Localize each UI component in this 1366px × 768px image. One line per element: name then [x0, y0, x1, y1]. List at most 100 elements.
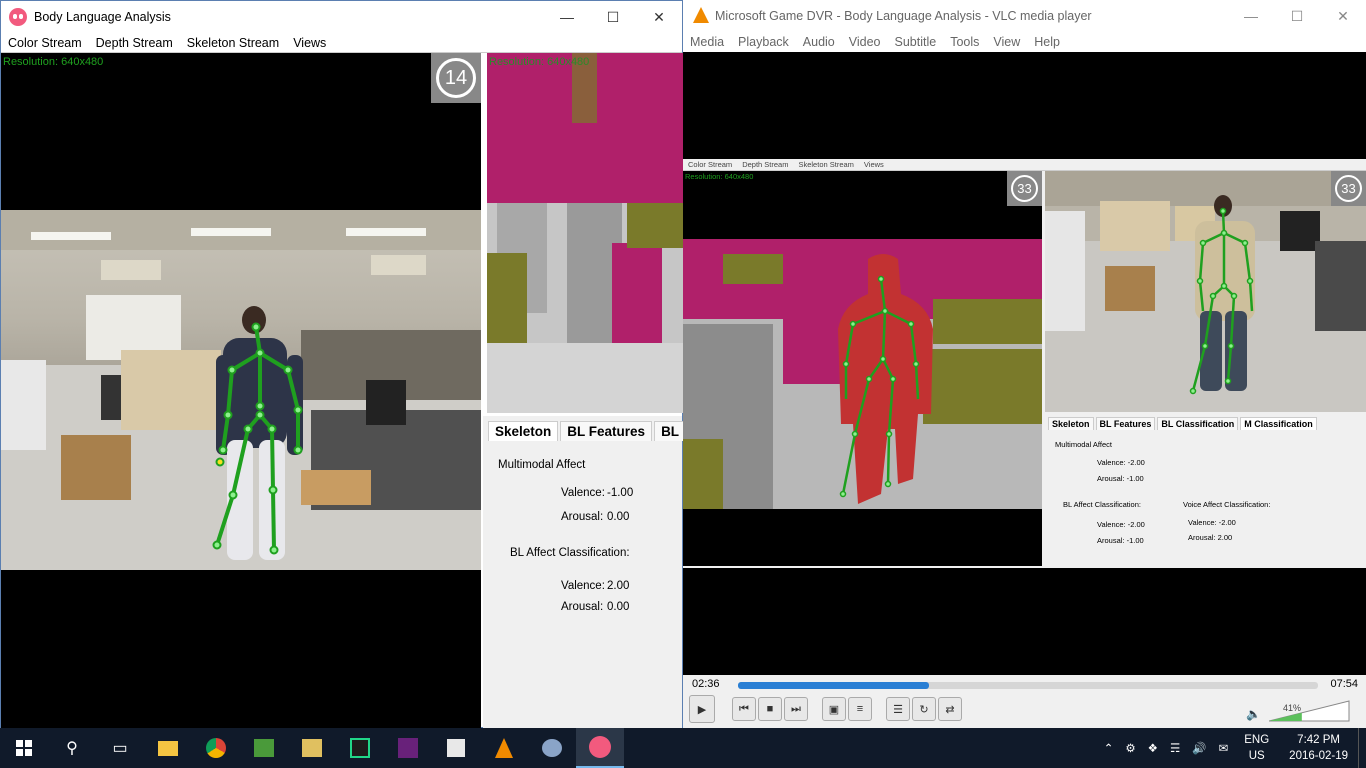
mm-valence-label: Valence: — [561, 487, 605, 499]
multimodal-heading: Multimodal Affect — [498, 459, 586, 471]
show-desktop-button[interactable] — [1358, 728, 1366, 768]
fullscreen-button[interactable]: ▣ — [822, 697, 846, 721]
vlc-menu-audio[interactable]: Audio — [796, 35, 842, 49]
tab-skeleton[interactable]: Skeleton — [488, 421, 559, 441]
inner-mm-valence: Valence: -2.00 — [1097, 458, 1145, 467]
inner-voice-valence: Valence: -2.00 — [1188, 518, 1236, 527]
window-title: Body Language Analysis — [34, 10, 171, 24]
close-button[interactable]: ✕ — [636, 1, 682, 33]
inner-tab-m-classification: M Classification — [1240, 417, 1317, 430]
notepad-icon[interactable] — [432, 728, 480, 768]
vlc-menu-help[interactable]: Help — [1027, 35, 1067, 49]
previous-button[interactable]: ⏮ — [732, 697, 756, 721]
volume-percent: 41% — [1282, 703, 1301, 713]
app-icon — [9, 8, 27, 26]
language-indicator[interactable]: ENG US — [1234, 732, 1279, 764]
language-code: ENG — [1244, 734, 1270, 746]
menu-color-stream[interactable]: Color Stream — [1, 36, 89, 50]
region-code: US — [1248, 750, 1265, 762]
dropbox-icon[interactable]: ❖ — [1142, 741, 1164, 755]
color-stream-pane: Resolution: 640x480 14 — [1, 53, 481, 728]
inner-counter-right: 33 — [1331, 171, 1366, 206]
volume-slider[interactable] — [1269, 699, 1351, 723]
settings-gear-icon[interactable]: ⚙ — [1119, 741, 1141, 755]
visual-studio-icon[interactable] — [384, 728, 432, 768]
paint-icon[interactable] — [528, 728, 576, 768]
speaker-icon[interactable]: 🔈 — [1246, 707, 1261, 721]
inner-counter-left: 33 — [1007, 171, 1042, 206]
loop-button[interactable]: ↻ — [912, 697, 936, 721]
shuffle-button[interactable]: ⇄ — [938, 697, 962, 721]
menu-bar: Color Stream Depth Stream Skeleton Strea… — [1, 33, 682, 53]
menu-views[interactable]: Views — [286, 36, 333, 50]
mm-arousal-label: Arousal: — [561, 511, 604, 523]
csharp-project-icon[interactable] — [240, 728, 288, 768]
mm-arousal-value: 0.00 — [607, 511, 630, 523]
taskbar: ⚲ ▭ ⌃ ⚙ ❖ ☴ 🔊 ✉ ENG US 7:42 PM 2016-02-1… — [0, 728, 1366, 768]
system-tray: ⌃ ⚙ ❖ ☴ 🔊 ✉ ENG US 7:42 PM 2016-02-19 — [1098, 728, 1366, 768]
volume-icon[interactable]: 🔊 — [1186, 741, 1212, 755]
seek-bar-progress — [738, 682, 930, 689]
clock-date: 2016-02-19 — [1289, 750, 1348, 762]
inner-menu-views: Views — [863, 160, 884, 169]
bl-affect-heading: BL Affect Classification: — [510, 547, 630, 559]
playlist-button[interactable]: ☰ — [886, 697, 910, 721]
depth-image-drawing — [487, 53, 683, 413]
mm-valence-value: -1.00 — [607, 487, 634, 499]
stop-button[interactable]: ■ — [758, 697, 782, 721]
chrome-icon[interactable] — [192, 728, 240, 768]
inner-menu-skeleton-stream: Skeleton Stream — [798, 160, 854, 169]
inner-color-pane: 33 — [1045, 171, 1366, 412]
vlc-menu-subtitle[interactable]: Subtitle — [888, 35, 944, 49]
body-language-app-icon[interactable] — [576, 728, 624, 768]
seek-bar[interactable] — [738, 682, 1318, 689]
vlc-taskbar-icon[interactable] — [480, 728, 528, 768]
vlc-menu-playback[interactable]: Playback — [731, 35, 796, 49]
inner-counter-right-value: 33 — [1335, 175, 1362, 202]
minimize-button[interactable]: — — [544, 1, 590, 33]
vlc-menu-tools[interactable]: Tools — [943, 35, 986, 49]
start-button[interactable] — [0, 728, 48, 768]
message-icon[interactable]: ✉ — [1213, 741, 1235, 755]
task-view-icon[interactable]: ▭ — [96, 728, 144, 768]
next-button[interactable]: ⏭ — [784, 697, 808, 721]
clock[interactable]: 7:42 PM 2016-02-19 — [1279, 732, 1358, 764]
vlc-menu-video[interactable]: Video — [842, 35, 888, 49]
file-explorer-icon[interactable] — [144, 728, 192, 768]
menu-skeleton-stream[interactable]: Skeleton Stream — [180, 36, 286, 50]
clock-time: 7:42 PM — [1297, 734, 1340, 746]
vlc-maximize-button[interactable]: ☐ — [1274, 0, 1320, 32]
bl-valence-label: Valence: — [561, 580, 605, 592]
menu-depth-stream[interactable]: Depth Stream — [89, 36, 180, 50]
extended-settings-button[interactable]: ≡ — [848, 697, 872, 721]
vlc-video-area[interactable]: Color Stream Depth Stream Skeleton Strea… — [683, 52, 1366, 675]
inner-menu-bar: Color Stream Depth Stream Skeleton Strea… — [683, 159, 1366, 171]
wifi-icon[interactable]: ☴ — [1164, 741, 1186, 755]
windows-logo-icon — [16, 740, 32, 756]
analysis-tabs: Skeleton BL Features BL C — [483, 416, 700, 441]
cpp-project-icon[interactable] — [288, 728, 336, 768]
inner-tab-bl-classification: BL Classification — [1157, 417, 1239, 430]
frame-counter-value: 14 — [436, 58, 476, 98]
tab-bl-features[interactable]: BL Features — [560, 421, 653, 441]
vlc-menu-media[interactable]: Media — [683, 35, 731, 49]
info-panel: Skeleton BL Features BL C Multimodal Aff… — [483, 416, 700, 728]
chevron-up-icon[interactable]: ⌃ — [1098, 741, 1120, 755]
pycharm-icon[interactable] — [336, 728, 384, 768]
title-bar[interactable]: Body Language Analysis — ☐ ✕ — [1, 1, 682, 33]
vlc-title-bar[interactable]: Microsoft Game DVR - Body Language Analy… — [683, 0, 1366, 32]
inner-multimodal-heading: Multimodal Affect — [1055, 440, 1112, 449]
inner-voice-arousal: Arousal: 2.00 — [1188, 533, 1233, 542]
vlc-close-button[interactable]: ✕ — [1320, 0, 1366, 32]
vlc-menu-view[interactable]: View — [986, 35, 1027, 49]
play-button[interactable]: ▶ — [689, 695, 715, 723]
bl-arousal-label: Arousal: — [561, 601, 604, 613]
elapsed-time: 02:36 — [692, 678, 720, 690]
recorded-app-frame: Color Stream Depth Stream Skeleton Strea… — [683, 159, 1366, 568]
vlc-minimize-button[interactable]: — — [1228, 0, 1274, 32]
color-camera-image — [1, 210, 481, 570]
depth-stream-pane: Resolution: 640x480 — [487, 53, 683, 413]
search-icon[interactable]: ⚲ — [48, 728, 96, 768]
inner-depth-pane: Resolution: 640x480 33 — [683, 171, 1042, 566]
maximize-button[interactable]: ☐ — [590, 1, 636, 33]
